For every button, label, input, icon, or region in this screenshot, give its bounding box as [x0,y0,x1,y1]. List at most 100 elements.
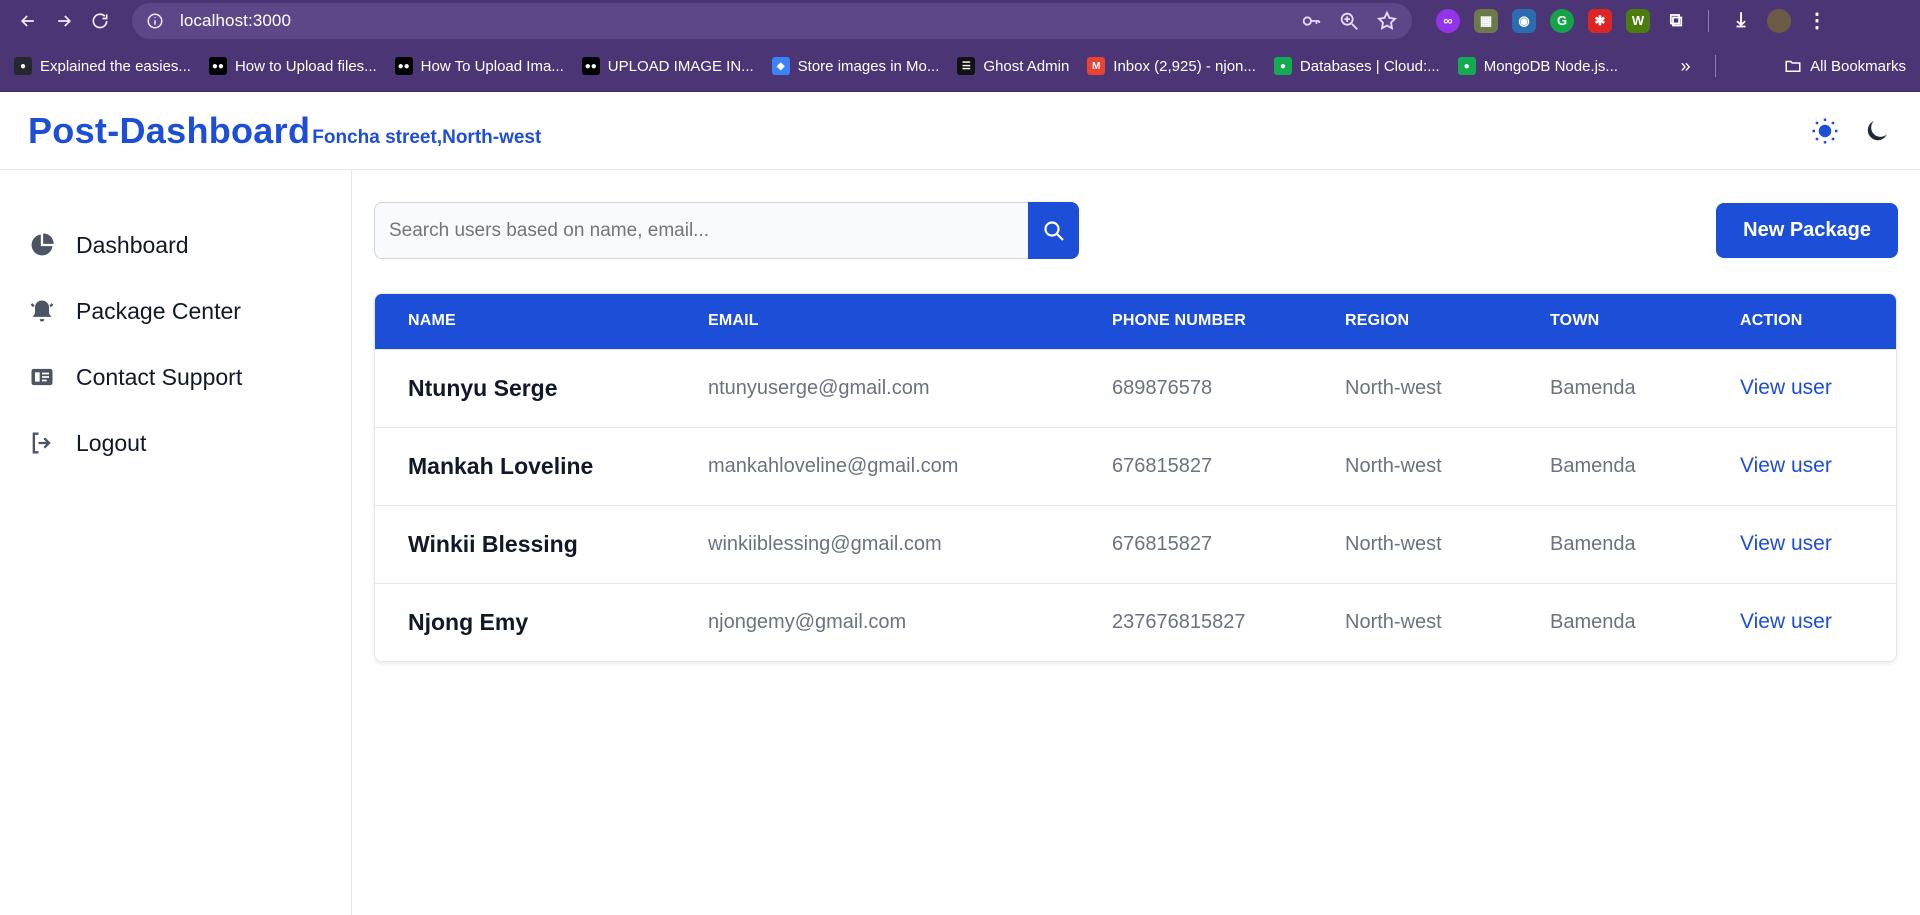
github-icon: ● [14,57,32,75]
back-icon[interactable] [10,3,46,39]
table-row: Ntunyu Serge ntunyuserge@gmail.com 68987… [375,348,1896,427]
medium-icon: ●● [581,57,600,75]
password-key-icon[interactable] [1300,10,1322,32]
mongodb-icon: ● [1273,57,1292,75]
divider [1708,9,1709,32]
sidebar-item-logout[interactable]: Logout [0,410,351,476]
column-header-email: EMAIL [708,312,759,330]
sidebar-item-label: Contact Support [76,363,243,390]
bookmark-star-icon[interactable] [1376,10,1398,32]
page-subtitle: Foncha street,North-west [312,126,542,148]
page-title: Post-Dashboard [28,109,311,151]
url-text[interactable]: localhost:3000 [180,11,291,31]
sidebar: Dashboard Package Center Contact Support… [0,170,352,915]
table-row: Njong Emy njongemy@gmail.com 23767681582… [375,582,1896,661]
user-region: North-west [1312,504,1517,583]
sidebar-item-contact-support[interactable]: Contact Support [0,344,351,410]
user-name: Ntunyu Serge [375,348,675,427]
user-region: North-west [1312,348,1517,427]
extension-w-icon[interactable]: W [1626,8,1650,33]
medium-icon: ●● [208,57,227,75]
user-region: North-west [1312,582,1517,661]
user-town: Bamenda [1517,582,1707,661]
search-icon [1043,220,1064,241]
browser-toolbar: localhost:3000 ∞ ▦ ◉ G ✱ W ⧉ ⤓ ⋮ [0,0,1920,41]
bookmark-item[interactable]: ●● How To Upload Ima... [394,57,564,75]
moon-icon[interactable] [1862,116,1892,146]
user-phone: 237676815827 [1079,582,1312,661]
forward-icon[interactable] [46,3,82,39]
extensions-puzzle-icon[interactable]: ⧉ [1664,9,1688,33]
bookmark-label: UPLOAD IMAGE IN... [607,57,754,75]
bookmark-item[interactable]: ◆ Store images in Mo... [771,57,939,75]
download-icon[interactable]: ⤓ [1729,9,1753,33]
reload-icon[interactable] [82,3,118,39]
sidebar-item-label: Logout [76,429,147,456]
profile-avatar[interactable] [1767,8,1791,33]
medium-icon: ●● [394,57,413,75]
divider [1714,55,1716,77]
table-row: Winkii Blessing winkiiblessing@gmail.com… [375,504,1896,583]
zoom-icon[interactable] [1338,10,1360,32]
extension-grid-icon[interactable]: ▦ [1474,8,1498,33]
user-town: Bamenda [1517,504,1707,583]
view-user-link[interactable]: View user [1707,582,1896,661]
user-town: Bamenda [1517,426,1707,505]
bookmark-label: How To Upload Ima... [420,57,564,75]
folder-icon [1785,60,1801,72]
search-input[interactable] [374,202,1028,259]
bookmark-label: MongoDB Node.js... [1483,57,1618,75]
bookmark-item[interactable]: ● MongoDB Node.js... [1457,57,1618,75]
bookmark-item[interactable]: ●● How to Upload files... [208,57,377,75]
bookmark-label: Inbox (2,925) - njon... [1113,57,1256,75]
app-header: Post-Dashboard Foncha street,North-west [0,92,1920,170]
sidebar-item-dashboard[interactable]: Dashboard [0,212,351,278]
user-phone: 676815827 [1079,426,1312,505]
bookmark-item[interactable]: ● Databases | Cloud:... [1273,57,1440,75]
bookmark-item[interactable]: ●● UPLOAD IMAGE IN... [581,57,754,75]
user-email: winkiiblessing@gmail.com [675,504,1079,583]
bookmark-item[interactable]: ● Explained the easies... [14,57,191,75]
view-user-link[interactable]: View user [1707,426,1896,505]
column-header-name: NAME [408,312,456,330]
site-info-icon[interactable] [146,12,164,30]
column-header-phone: PHONE NUMBER [1112,312,1246,330]
column-header-town: TOWN [1550,312,1600,330]
user-name: Mankah Loveline [375,426,675,505]
sidebar-item-label: Package Center [76,297,241,324]
column-header-region: REGION [1345,312,1410,330]
ghost-icon: ☰ [957,57,976,75]
sun-icon[interactable] [1810,116,1840,146]
extension-icon[interactable]: ∞ [1436,8,1460,33]
search-bar [374,202,1079,259]
user-town: Bamenda [1517,348,1707,427]
user-phone: 689876578 [1079,348,1312,427]
contact-card-icon [31,368,53,386]
bookmarks-overflow-icon[interactable]: » [1681,56,1691,77]
address-bar[interactable]: localhost:3000 [132,2,1412,39]
user-name: Winkii Blessing [375,504,675,583]
sidebar-item-package-center[interactable]: Package Center [0,278,351,344]
bookmark-label: Ghost Admin [983,57,1070,75]
search-button[interactable] [1028,202,1079,259]
bell-icon [30,300,54,322]
bookmark-item[interactable]: M Inbox (2,925) - njon... [1087,57,1256,75]
extension-screen-icon[interactable]: ◉ [1512,8,1536,33]
view-user-link[interactable]: View user [1707,504,1896,583]
all-bookmarks[interactable]: All Bookmarks [1784,57,1906,75]
grammarly-icon[interactable]: G [1550,8,1574,33]
bookmark-item[interactable]: ☰ Ghost Admin [957,57,1069,75]
gmail-icon: M [1087,57,1106,75]
bookmark-label: Explained the easies... [40,57,191,75]
user-region: North-west [1312,426,1517,505]
user-phone: 676815827 [1079,504,1312,583]
mongodb-icon: ● [1457,57,1476,75]
column-header-action: ACTION [1740,312,1803,330]
bookmark-label: How to Upload files... [234,57,377,75]
menu-kebab-icon[interactable]: ⋮ [1805,9,1829,33]
extension-red-icon[interactable]: ✱ [1588,8,1612,33]
new-package-button[interactable]: New Package [1716,203,1898,258]
view-user-link[interactable]: View user [1707,348,1896,427]
all-bookmarks-label: All Bookmarks [1810,57,1906,75]
user-email: ntunyuserge@gmail.com [675,348,1079,427]
